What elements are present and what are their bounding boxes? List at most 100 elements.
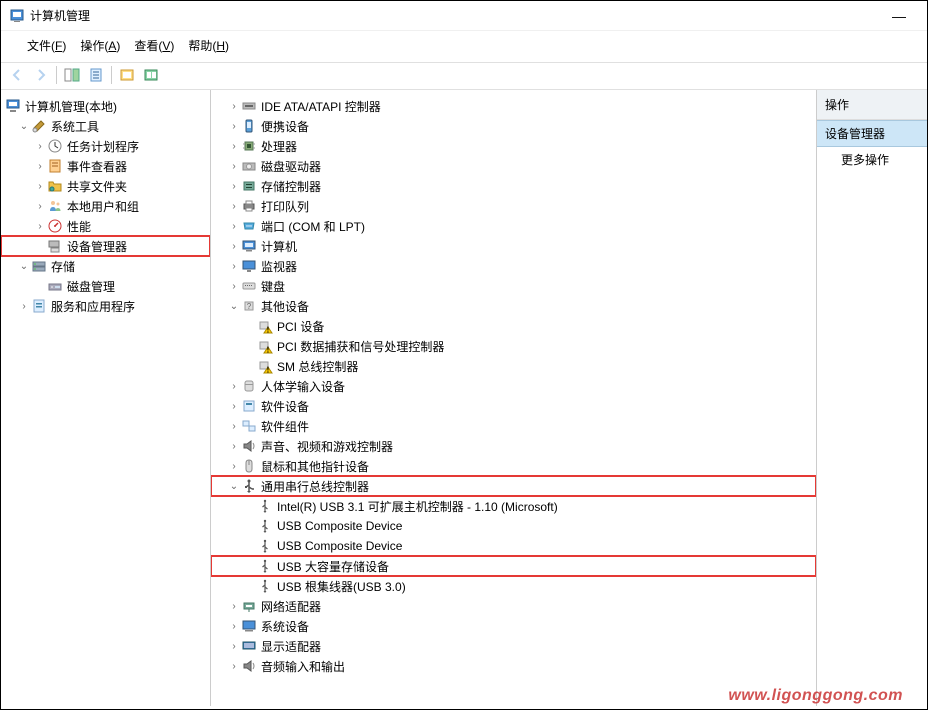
other-icon: ? [241,298,259,314]
menu-help[interactable]: 帮助(H) [182,35,235,56]
tree-label: 服务和应用程序 [49,298,135,315]
device-category-monitor[interactable]: ›监视器 [211,256,816,276]
device-category-computer[interactable]: ›计算机 [211,236,816,256]
storage-icon [31,258,49,274]
disk-icon [47,278,65,294]
chevron-right-icon: › [227,161,241,172]
device-label: 打印队列 [259,198,309,215]
device-label: USB 大容量存储设备 [275,558,389,575]
device-category-display[interactable]: ›显示适配器 [211,636,816,656]
toolbar-btn-3[interactable] [115,65,139,85]
tree-local-users[interactable]: › 本地用户和组 [1,196,210,216]
device-category-dvd[interactable]: › 磁盘驱动器 [211,156,816,176]
device-category-mouse[interactable]: ›鼠标和其他指针设备 [211,456,816,476]
device-category-ports[interactable]: ›端口 (COM 和 LPT) [211,216,816,236]
device-label: 处理器 [259,138,297,155]
tree-event-viewer[interactable]: › 事件查看器 [1,156,210,176]
actions-more[interactable]: 更多操作 [817,147,927,172]
device-item-smbus[interactable]: !SM 总线控制器 [211,356,816,376]
display-icon [241,638,259,654]
device-category-system-dev[interactable]: ›系统设备 [211,616,816,636]
device-category-cpu[interactable]: ›处理器 [211,136,816,156]
tree-disk-management[interactable]: 磁盘管理 [1,276,210,296]
usb-icon [257,518,275,534]
chevron-right-icon: › [227,241,241,252]
device-category-keyboard[interactable]: ›键盘 [211,276,816,296]
shared-folder-icon [47,178,65,194]
device-category-portable[interactable]: ›便携设备 [211,116,816,136]
device-category-hid[interactable]: ›人体学输入设备 [211,376,816,396]
toolbar-btn-4[interactable] [139,65,163,85]
svg-text:!: ! [267,326,270,335]
device-category-audio[interactable]: ›音频输入和输出 [211,656,816,676]
chevron-right-icon: › [17,301,31,312]
device-label: 键盘 [259,278,285,295]
device-category-software-dev[interactable]: ›软件设备 [211,396,816,416]
device-label: USB Composite Device [275,519,402,533]
chevron-right-icon: › [33,161,47,172]
keyboard-icon [241,278,259,294]
computer-icon [5,98,23,114]
device-label: 磁盘驱动器 [259,158,321,175]
chevron-down-icon: ⌄ [17,261,31,272]
chevron-right-icon: › [227,641,241,652]
clock-icon [47,138,65,154]
chevron-right-icon: › [227,121,241,132]
cpu-icon [241,138,259,154]
chevron-right-icon: › [227,461,241,472]
chevron-right-icon: › [227,621,241,632]
chevron-right-icon: › [227,261,241,272]
tree-root[interactable]: 计算机管理(本地) [1,96,210,116]
chevron-down-icon: ⌄ [227,301,241,312]
tree-services-apps[interactable]: › 服务和应用程序 [1,296,210,316]
tree-label: 事件查看器 [65,158,127,175]
tree-shared-folders[interactable]: › 共享文件夹 [1,176,210,196]
device-label: USB Composite Device [275,539,402,553]
device-category-ide[interactable]: ›IDE ATA/ATAPI 控制器 [211,96,816,116]
tree-label: 共享文件夹 [65,178,127,195]
device-category-software-comp[interactable]: ›软件组件 [211,416,816,436]
tree-performance[interactable]: › 性能 [1,216,210,236]
tree-label: 本地用户和组 [65,198,139,215]
menu-action[interactable]: 操作(A) [74,35,126,56]
device-item-pci-data[interactable]: !PCI 数据捕获和信号处理控制器 [211,336,816,356]
device-item-usb-mass[interactable]: USB 大容量存储设备 [211,556,816,576]
device-category-sound[interactable]: ›声音、视频和游戏控制器 [211,436,816,456]
tree-label: 设备管理器 [65,238,127,255]
device-item-usb-root[interactable]: USB 根集线器(USB 3.0) [211,576,816,596]
tree-label: 计算机管理(本地) [23,98,117,115]
device-category-storage-ctrl[interactable]: ›存储控制器 [211,176,816,196]
portable-icon [241,118,259,134]
menu-view[interactable]: 查看(V) [128,35,180,56]
actions-selected-item[interactable]: 设备管理器 [817,120,927,147]
sound-icon [241,438,259,454]
device-category-print[interactable]: ›打印队列 [211,196,816,216]
device-item-usb-comp1[interactable]: USB Composite Device [211,516,816,536]
device-item-pci[interactable]: ! PCI 设备 [211,316,816,336]
toolbar-btn-2[interactable] [84,65,108,85]
device-item-usb-intel[interactable]: Intel(R) USB 3.1 可扩展主机控制器 - 1.10 (Micros… [211,496,816,516]
tree-system-tools[interactable]: ⌄ 系统工具 [1,116,210,136]
tree-storage[interactable]: ⌄ 存储 [1,256,210,276]
device-label: 端口 (COM 和 LPT) [259,218,365,235]
device-label: 软件设备 [259,398,309,415]
watermark: www.ligonggong.com [728,687,903,705]
forward-button[interactable] [29,65,53,85]
actions-header: 操作 [817,90,927,120]
device-label: PCI 设备 [275,318,324,335]
tree-task-scheduler[interactable]: › 任务计划程序 [1,136,210,156]
minimize-button[interactable]: — [879,8,919,24]
device-category-other[interactable]: ⌄?其他设备 [211,296,816,316]
device-item-usb-comp2[interactable]: USB Composite Device [211,536,816,556]
chevron-down-icon: ⌄ [17,121,31,132]
titlebar: 计算机管理 — [1,1,927,31]
menu-file[interactable]: 文件(F) [21,35,72,56]
chevron-right-icon: › [227,441,241,452]
back-button[interactable] [5,65,29,85]
svg-text:?: ? [247,302,252,311]
tree-device-manager[interactable]: 设备管理器 [1,236,210,256]
device-category-usb[interactable]: ⌄通用串行总线控制器 [211,476,816,496]
toolbar-btn-1[interactable] [60,65,84,85]
device-category-network[interactable]: ›网络适配器 [211,596,816,616]
software-icon [241,398,259,414]
